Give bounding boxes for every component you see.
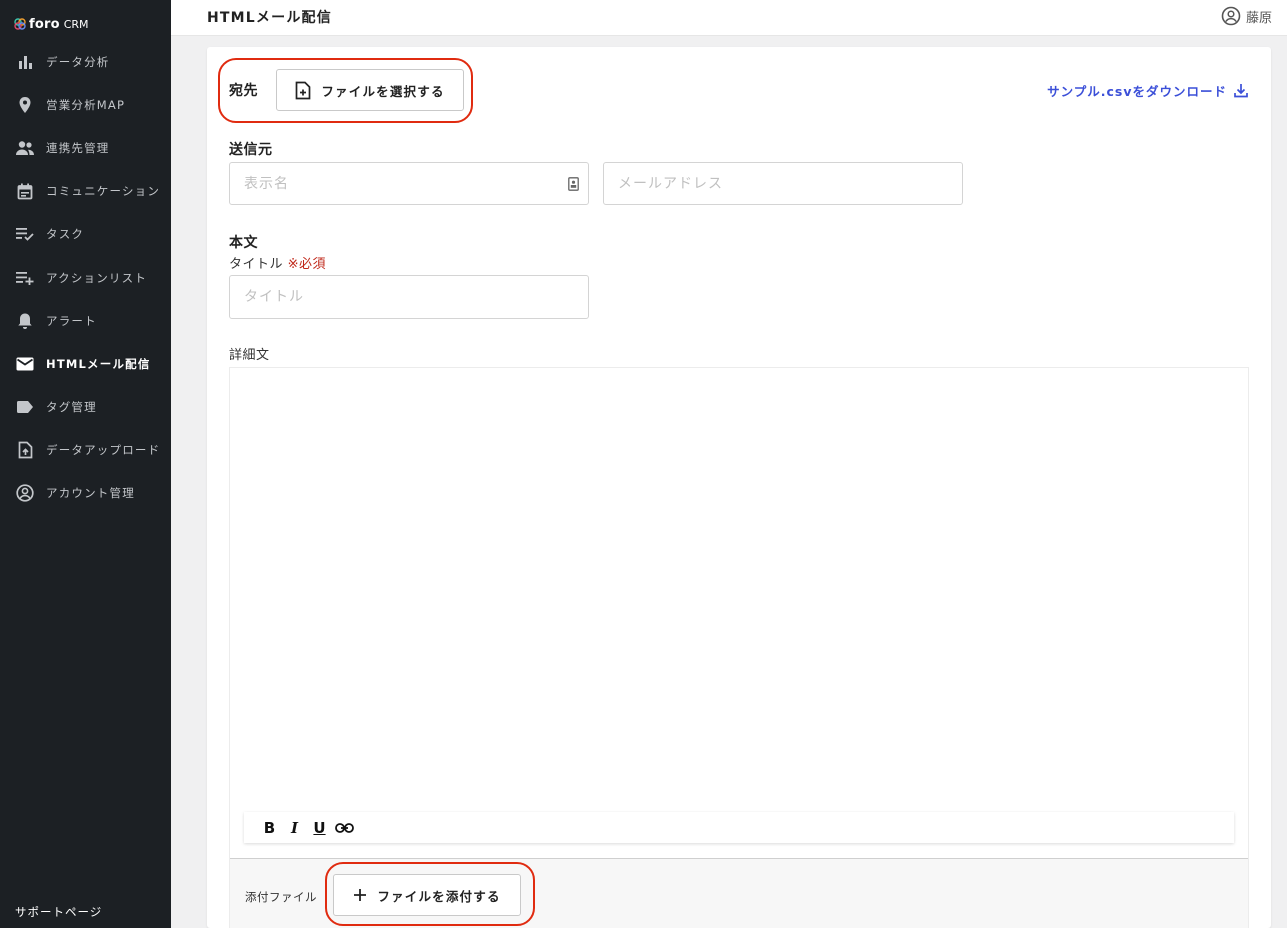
title-label-text: タイトル (229, 257, 284, 272)
sidebar-item-label: コミュニケーション (46, 184, 161, 199)
download-icon (1234, 84, 1248, 98)
sidebar-item-sales-map[interactable]: 営業分析MAP (0, 83, 171, 126)
sidebar-item-label: アクションリスト (46, 270, 148, 285)
sidebar-item-tag-management[interactable]: タグ管理 (0, 386, 171, 429)
calendar-icon (15, 181, 35, 201)
sender-label: 送信元 (229, 142, 273, 158)
select-file-button-label: ファイルを選択する (321, 83, 445, 99)
attachment-label: 添付ファイル (245, 890, 317, 904)
checklist-icon (15, 224, 35, 244)
brand-name: foro (29, 16, 60, 32)
logo-icon (14, 18, 26, 30)
brand-suffix: CRM (63, 17, 89, 31)
sidebar-item-label: アラート (46, 313, 97, 328)
sidebar-item-data-upload[interactable]: データアップロード (0, 429, 171, 472)
plus-icon (354, 889, 367, 901)
editor-toolbar: B I U (244, 812, 1234, 843)
file-add-icon (295, 81, 311, 99)
link-icon (335, 822, 354, 833)
sender-email-input[interactable] (603, 162, 963, 205)
rich-text-editor[interactable]: B I U 添付ファイル ファイルを添付する (229, 367, 1249, 928)
sidebar-nav: データ分析 営業分析MAP 連携先管理 コミュニケーション タスク アクションリ… (0, 40, 171, 515)
select-file-button[interactable]: ファイルを選択する (276, 69, 464, 111)
sender-display-name-input[interactable] (229, 162, 589, 205)
sidebar-item-html-mail[interactable]: HTMLメール配信 (0, 342, 171, 385)
sidebar-item-partners[interactable]: 連携先管理 (0, 126, 171, 169)
recipient-label: 宛先 (229, 83, 258, 99)
sidebar-item-label: 営業分析MAP (46, 97, 126, 112)
attachment-area: 添付ファイル ファイルを添付する (230, 858, 1248, 928)
title-field-label: タイトル ※必須 (229, 253, 326, 272)
body-section-label: 本文 (229, 235, 258, 251)
account-circle-icon (15, 483, 35, 503)
sidebar-item-alerts[interactable]: アラート (0, 299, 171, 342)
file-upload-icon (15, 440, 35, 460)
sample-csv-download-label: サンプル.csvをダウンロード (1047, 84, 1227, 99)
tag-icon (15, 397, 35, 417)
bar-chart-icon (15, 52, 35, 72)
app-logo[interactable]: foro CRM (14, 14, 89, 34)
account-circle-icon (1221, 6, 1241, 26)
title-input[interactable] (229, 275, 589, 319)
sidebar-item-label: タスク (46, 227, 85, 242)
mail-icon (15, 354, 35, 374)
playlist-add-icon (15, 268, 35, 288)
detail-text-label: 詳細文 (229, 348, 270, 363)
user-menu[interactable]: 藤原 (1221, 6, 1272, 26)
sidebar-item-label: HTMLメール配信 (46, 356, 151, 371)
people-icon (15, 138, 35, 158)
sidebar-item-label: 連携先管理 (46, 140, 110, 155)
required-mark: ※必須 (287, 257, 327, 272)
sidebar-item-communication[interactable]: コミュニケーション (0, 170, 171, 213)
attach-file-button[interactable]: ファイルを添付する (333, 874, 521, 916)
sidebar-item-data-analysis[interactable]: データ分析 (0, 40, 171, 83)
attach-file-button-label: ファイルを添付する (377, 888, 501, 904)
bell-icon (15, 311, 35, 331)
contact-card-icon (568, 177, 579, 191)
underline-button[interactable]: U (310, 818, 329, 837)
sample-csv-download-link[interactable]: サンプル.csvをダウンロード (1047, 81, 1248, 100)
sidebar-item-label: タグ管理 (46, 400, 97, 415)
top-header: HTMLメール配信 藤原 (171, 0, 1287, 36)
bold-button[interactable]: B (260, 818, 279, 837)
mail-form-card: 宛先 ファイルを選択する サンプル.csvをダウンロード 送信元 本文 タイトル… (207, 47, 1271, 928)
sidebar: foro CRM データ分析 営業分析MAP 連携先管理 コミュニケーション タ… (0, 0, 171, 928)
page-title: HTMLメール配信 (207, 10, 332, 26)
sidebar-item-tasks[interactable]: タスク (0, 213, 171, 256)
sidebar-item-action-list[interactable]: アクションリスト (0, 256, 171, 299)
support-page-link[interactable]: サポートページ (15, 904, 102, 920)
map-pin-icon (15, 95, 35, 115)
sidebar-item-label: アカウント管理 (46, 486, 135, 501)
link-button[interactable] (335, 818, 354, 837)
sidebar-item-account-management[interactable]: アカウント管理 (0, 472, 171, 515)
italic-button[interactable]: I (285, 818, 304, 837)
sidebar-item-label: データ分析 (46, 54, 110, 69)
user-name: 藤原 (1245, 10, 1272, 26)
sidebar-item-label: データアップロード (46, 443, 161, 458)
